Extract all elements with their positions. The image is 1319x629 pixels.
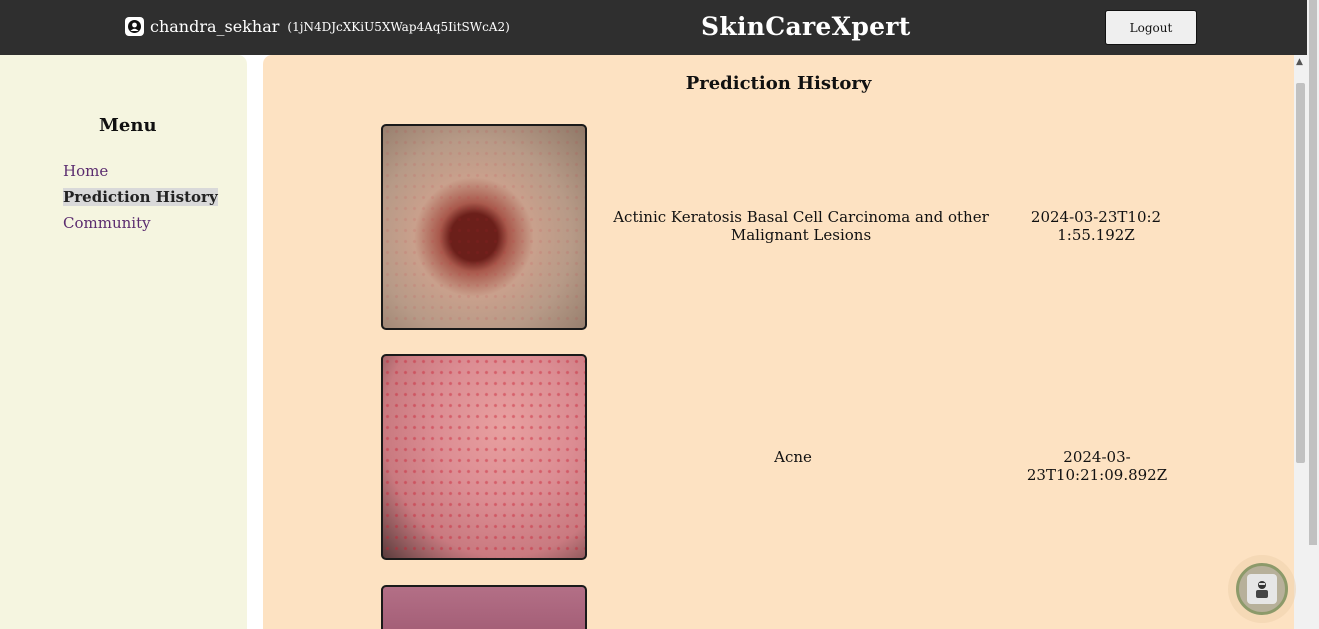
- nav-prediction-history[interactable]: Prediction History: [63, 188, 218, 206]
- nav-home[interactable]: Home: [63, 162, 108, 180]
- main-content: Prediction History Actinic Keratosis Bas…: [263, 55, 1294, 629]
- menu-title: Menu: [99, 115, 157, 136]
- prediction-image: [381, 585, 587, 629]
- scroll-thumb[interactable]: [1296, 83, 1305, 463]
- page-scrollbar[interactable]: [1307, 0, 1319, 629]
- user-account-icon: [125, 17, 144, 36]
- chatbot-avatar-icon: [1247, 574, 1277, 604]
- nav-list: Home Prediction History Community: [63, 161, 218, 239]
- content-scrollbar[interactable]: ▲: [1294, 55, 1307, 629]
- logout-button[interactable]: Logout: [1105, 10, 1197, 45]
- prediction-image: [381, 354, 587, 560]
- sidebar-menu: Menu Home Prediction History Community: [0, 55, 247, 629]
- prediction-date: 2024-03-23T10:21:55.192Z: [1030, 208, 1162, 244]
- prediction-image: [381, 124, 587, 330]
- prediction-disease: Actinic Keratosis Basal Cell Carcinoma a…: [613, 208, 989, 244]
- nav-community[interactable]: Community: [63, 214, 151, 232]
- user-id: (1jN4DJcXKiU5XWap4Aq5IitSWcA2): [287, 19, 510, 34]
- prediction-disease: Acne: [774, 448, 812, 466]
- prediction-date: 2024-03-23T10:21:09.892Z: [1026, 448, 1168, 484]
- top-header: chandra_sekhar (1jN4DJcXKiU5XWap4Aq5IitS…: [0, 0, 1307, 55]
- scroll-up-icon[interactable]: ▲: [1296, 57, 1303, 67]
- page-scroll-thumb[interactable]: [1309, 0, 1317, 545]
- user-info: chandra_sekhar (1jN4DJcXKiU5XWap4Aq5IitS…: [125, 17, 510, 36]
- app-title: SkinCareXpert: [701, 12, 911, 41]
- page-title: Prediction History: [685, 73, 872, 94]
- username: chandra_sekhar: [150, 17, 280, 36]
- chat-assistant-button[interactable]: [1236, 563, 1288, 615]
